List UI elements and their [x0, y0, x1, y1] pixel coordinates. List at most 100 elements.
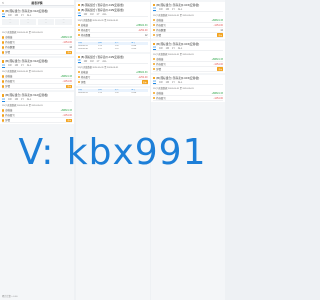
dot-icon	[153, 18, 156, 22]
tab-1y[interactable]: 1Y	[96, 60, 99, 63]
checkbox-icon[interactable]	[2, 9, 5, 13]
tab-1w[interactable]: 1W	[8, 64, 12, 67]
tab-1w[interactable]: 1W	[159, 8, 163, 11]
tab-1y[interactable]: 1Y	[96, 13, 99, 16]
dot-icon	[77, 75, 80, 79]
summary-row[interactable]: 详情 查看	[2, 118, 72, 124]
tab-1y[interactable]: 1Y	[172, 47, 175, 50]
tab-1m[interactable]: 1M	[15, 98, 18, 101]
tab-1m[interactable]: 1M	[166, 81, 169, 84]
tab-1y[interactable]: 1Y	[172, 81, 175, 84]
dot-icon	[153, 28, 156, 32]
tab-1y[interactable]: 1Y	[21, 14, 24, 17]
tab-1w[interactable]: 1W	[84, 13, 88, 16]
tab-all[interactable]: ALL	[178, 47, 182, 50]
tab-1d[interactable]: 1D	[2, 13, 6, 18]
tab-1m[interactable]: 1M	[15, 14, 18, 17]
tab-1y[interactable]: 1Y	[21, 98, 24, 101]
dot-icon	[153, 67, 156, 71]
tab-all[interactable]: ALL	[102, 13, 106, 16]
tab-all[interactable]: ALL	[178, 8, 182, 11]
dot-icon	[2, 51, 5, 54]
dot-icon	[153, 23, 156, 27]
tab-1y[interactable]: 1Y	[172, 8, 175, 11]
tab-1d[interactable]: 1D	[153, 80, 157, 85]
group-block: (B) 国标组合 | 暂存卖价-V12(宏观/盈) 1D 1W 1M 1Y AL…	[0, 7, 74, 27]
summary-row[interactable]: 详情 查看	[2, 84, 72, 90]
tab-1d[interactable]: 1D	[153, 7, 157, 12]
back-icon[interactable]: <	[2, 1, 4, 5]
summary-row: 持仓盈亏 -1254.00	[153, 96, 223, 101]
detail-button[interactable]: 查看	[141, 80, 148, 84]
checkbox-icon[interactable]	[2, 94, 5, 97]
tab-1w[interactable]: 1W	[8, 98, 12, 101]
summary-row[interactable]: 详情 查看	[153, 33, 223, 38]
table-cell: +0.04	[131, 91, 137, 94]
detail-button[interactable]: 查看	[217, 33, 223, 37]
table-cell: 1.24	[98, 91, 102, 94]
tab-1w[interactable]: 1W	[84, 60, 88, 63]
dot-icon	[77, 70, 80, 74]
checkbox-icon[interactable]	[153, 76, 156, 80]
dot-icon	[153, 96, 156, 100]
detail-button[interactable]: 查看	[66, 84, 72, 89]
tab-1d[interactable]: 1D	[77, 12, 81, 17]
grid-cell[interactable]: —	[2, 22, 19, 25]
tab-1d[interactable]: 1D	[2, 98, 6, 102]
grid-cell[interactable]: —	[37, 19, 55, 22]
grid-cell[interactable]: —	[55, 22, 72, 25]
dot-icon	[2, 41, 5, 44]
group-block: (B) 国标组合 | 暂存卖价-V12(宏观/盈) 1D 1W 1M 1Y ALL 1D…	[0, 91, 74, 125]
report-column-2: (B) 国标组合 | 暂存卖价-C15(宏观/盈) (B) 国标组合 | 暂存卖…	[75, 0, 150, 300]
tab-all[interactable]: ALL	[27, 64, 31, 67]
tab-1d[interactable]: 1D	[153, 46, 157, 51]
table-cell: 1.19	[114, 47, 119, 50]
table-cell: 2024-05-31	[78, 91, 88, 94]
tab-1y[interactable]: 1Y	[21, 64, 24, 67]
tab-1m[interactable]: 1M	[166, 8, 169, 11]
group-block: (B) 国标组合 | 暂存卖价-C15(宏观/盈) (B) 国标组合 | 暂存卖…	[75, 1, 150, 39]
tab-all[interactable]: ALL	[27, 98, 31, 101]
tab-all[interactable]: ALL	[178, 81, 182, 84]
grid-cell[interactable]: —	[19, 22, 37, 25]
detail-button[interactable]: 查看	[217, 67, 223, 71]
tab-1m[interactable]: 1M	[90, 60, 93, 63]
summary-row[interactable]: 详情 查看	[77, 80, 148, 86]
grid-cell[interactable]: —	[19, 19, 37, 22]
dot-icon	[2, 109, 5, 112]
top-bar: < 报表详情	[0, 0, 74, 6]
tab-1m[interactable]: 1M	[90, 13, 93, 16]
checkbox-icon[interactable]	[77, 8, 80, 12]
tab-1d[interactable]: 1D	[2, 64, 6, 68]
checkbox-icon[interactable]	[153, 3, 156, 7]
dot-icon	[153, 57, 156, 61]
tab-1m[interactable]: 1M	[15, 64, 18, 67]
dot-icon	[2, 119, 5, 122]
table-cell: 2024-05-30	[78, 47, 88, 50]
checkbox-icon[interactable]	[2, 60, 5, 63]
dot-icon	[153, 33, 156, 37]
grid-cell[interactable]: —	[2, 19, 19, 22]
grid-cell[interactable]: —	[55, 19, 72, 22]
detail-button[interactable]: 查看	[66, 50, 72, 55]
tab-1d[interactable]: 1D	[77, 59, 81, 64]
tab-all[interactable]: ALL	[27, 14, 31, 17]
grid-cell[interactable]: —	[37, 22, 55, 25]
tab-1w[interactable]: 1W	[8, 14, 12, 17]
tab-1m[interactable]: 1M	[166, 47, 169, 50]
group-block: (B) 国标组合 | 暂存卖价-C15(宏观/盈) 1D 1W 1M 1Y ALL 1D…	[151, 1, 225, 39]
summary-row[interactable]: 详情 查看	[2, 50, 72, 56]
dot-icon	[77, 23, 80, 27]
table-cell: 1.22	[98, 47, 102, 50]
tab-1w[interactable]: 1W	[159, 47, 163, 50]
summary-row[interactable]: 详情 查看	[153, 67, 223, 72]
dot-icon	[2, 36, 5, 39]
tab-1w[interactable]: 1W	[159, 81, 163, 84]
detail-button[interactable]: 查看	[66, 118, 72, 123]
checkbox-icon[interactable]	[77, 55, 80, 59]
dot-icon	[77, 28, 80, 32]
checkbox-icon[interactable]	[77, 3, 80, 7]
tab-all[interactable]: ALL	[102, 60, 106, 63]
checkbox-icon[interactable]	[153, 42, 156, 46]
table-block: 日期 卖出 买入 盈亏 2024-05-31 1.24 1.20 +0.04	[75, 87, 150, 96]
